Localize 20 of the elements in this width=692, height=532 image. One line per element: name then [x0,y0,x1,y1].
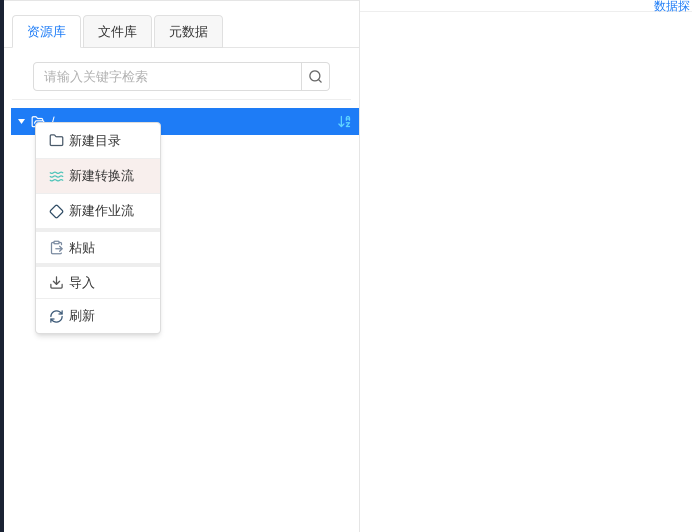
menu-item[interactable]: 粘贴 [36,228,160,263]
sort-icon[interactable] [337,114,352,129]
clipboard-icon [49,240,64,255]
tab[interactable]: 元数据 [154,15,223,48]
download-icon [49,275,64,290]
caret-icon[interactable] [18,119,25,124]
menu-item[interactable]: 导入 [36,263,160,298]
tab[interactable]: 资源库 [12,15,81,48]
waves-icon [49,168,64,184]
header-link[interactable]: 数据探 [654,0,690,12]
search-icon [308,69,323,84]
folder-icon [49,133,64,148]
menu-item[interactable]: 刷新 [36,298,160,333]
search-button[interactable] [302,62,330,91]
menu-item[interactable]: 新建作业流 [36,193,160,228]
refresh-icon [49,308,64,324]
menu-item[interactable]: 新建转换流 [36,158,160,193]
tab[interactable]: 文件库 [83,15,152,48]
search-field[interactable]: 请输入关键字检索 [33,62,302,91]
diamond-icon [49,204,64,218]
